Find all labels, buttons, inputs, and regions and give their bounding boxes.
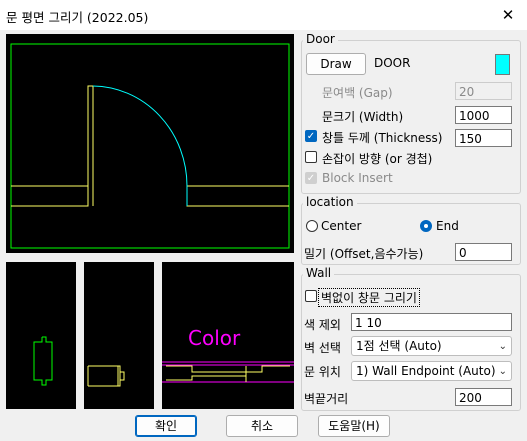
center-label: Center — [321, 219, 362, 233]
offset-label: 밀기 (Offset,음수가능) — [304, 247, 424, 261]
handle-checkbox[interactable] — [305, 151, 317, 163]
door-group-label: Door — [303, 32, 338, 46]
offset-field[interactable]: 0 — [455, 243, 512, 261]
block-insert-checkbox: ✓ — [305, 172, 317, 184]
draw-button[interactable]: Draw — [306, 53, 366, 75]
color-preview-label: Color — [188, 326, 241, 350]
door-position-label: 문 위치 — [304, 365, 341, 379]
no-wall-label: 벽없이 창문 그리기 — [318, 288, 420, 307]
thickness-checkbox[interactable]: ✓ — [305, 130, 317, 142]
handle-label: 손잡이 방향 (or 경첩) — [322, 152, 433, 166]
no-wall-checkbox[interactable] — [305, 290, 317, 302]
chevron-down-icon: ⌄ — [498, 366, 507, 377]
gap-label: 문여백 (Gap) — [322, 86, 393, 100]
door-position-value: 1) Wall Endpoint (Auto) — [356, 364, 496, 378]
thickness-label: 창틀 두께 (Thickness) — [322, 131, 443, 145]
door-name: DOOR — [374, 56, 411, 70]
location-group-label: location — [303, 195, 357, 209]
thickness-field[interactable]: 150 — [455, 129, 512, 147]
door-color-swatch[interactable] — [495, 54, 510, 75]
wall-select-combo[interactable]: 1점 선택 (Auto) ⌄ — [351, 336, 512, 356]
wall-end-label: 벽끝거리 — [304, 392, 349, 406]
width-label: 문크기 (Width) — [322, 110, 404, 124]
end-radio[interactable] — [420, 220, 432, 232]
help-button[interactable]: 도움말(H) — [318, 415, 390, 437]
color-preview: Color — [162, 262, 294, 409]
ok-button[interactable]: 확인 — [135, 415, 197, 437]
block-insert-label: Block Insert — [322, 171, 393, 185]
chevron-down-icon: ⌄ — [498, 341, 507, 352]
door-preview — [6, 34, 294, 253]
gap-field: 20 — [455, 82, 512, 100]
door-position-combo[interactable]: 1) Wall Endpoint (Auto) ⌄ — [351, 361, 512, 381]
cancel-button[interactable]: 취소 — [226, 415, 298, 437]
wall-group-label: Wall — [303, 266, 335, 280]
end-label: End — [436, 219, 459, 233]
color-exclude-label: 색 제외 — [304, 318, 341, 332]
wall-end-field[interactable]: 200 — [455, 388, 512, 406]
close-icon[interactable]: ✕ — [490, 1, 526, 29]
center-radio[interactable] — [306, 220, 318, 232]
window-title: 문 평면 그리기 (2022.05) — [6, 10, 149, 25]
wall-select-value: 1점 선택 (Auto) — [356, 339, 442, 353]
wall-select-label: 벽 선택 — [304, 341, 341, 355]
door-preview-drawing — [10, 43, 290, 249]
color-exclude-field[interactable]: 1 10 — [351, 313, 512, 331]
handle-preview — [6, 262, 76, 409]
width-field[interactable]: 1000 — [455, 106, 512, 124]
thickness-preview — [84, 262, 154, 409]
